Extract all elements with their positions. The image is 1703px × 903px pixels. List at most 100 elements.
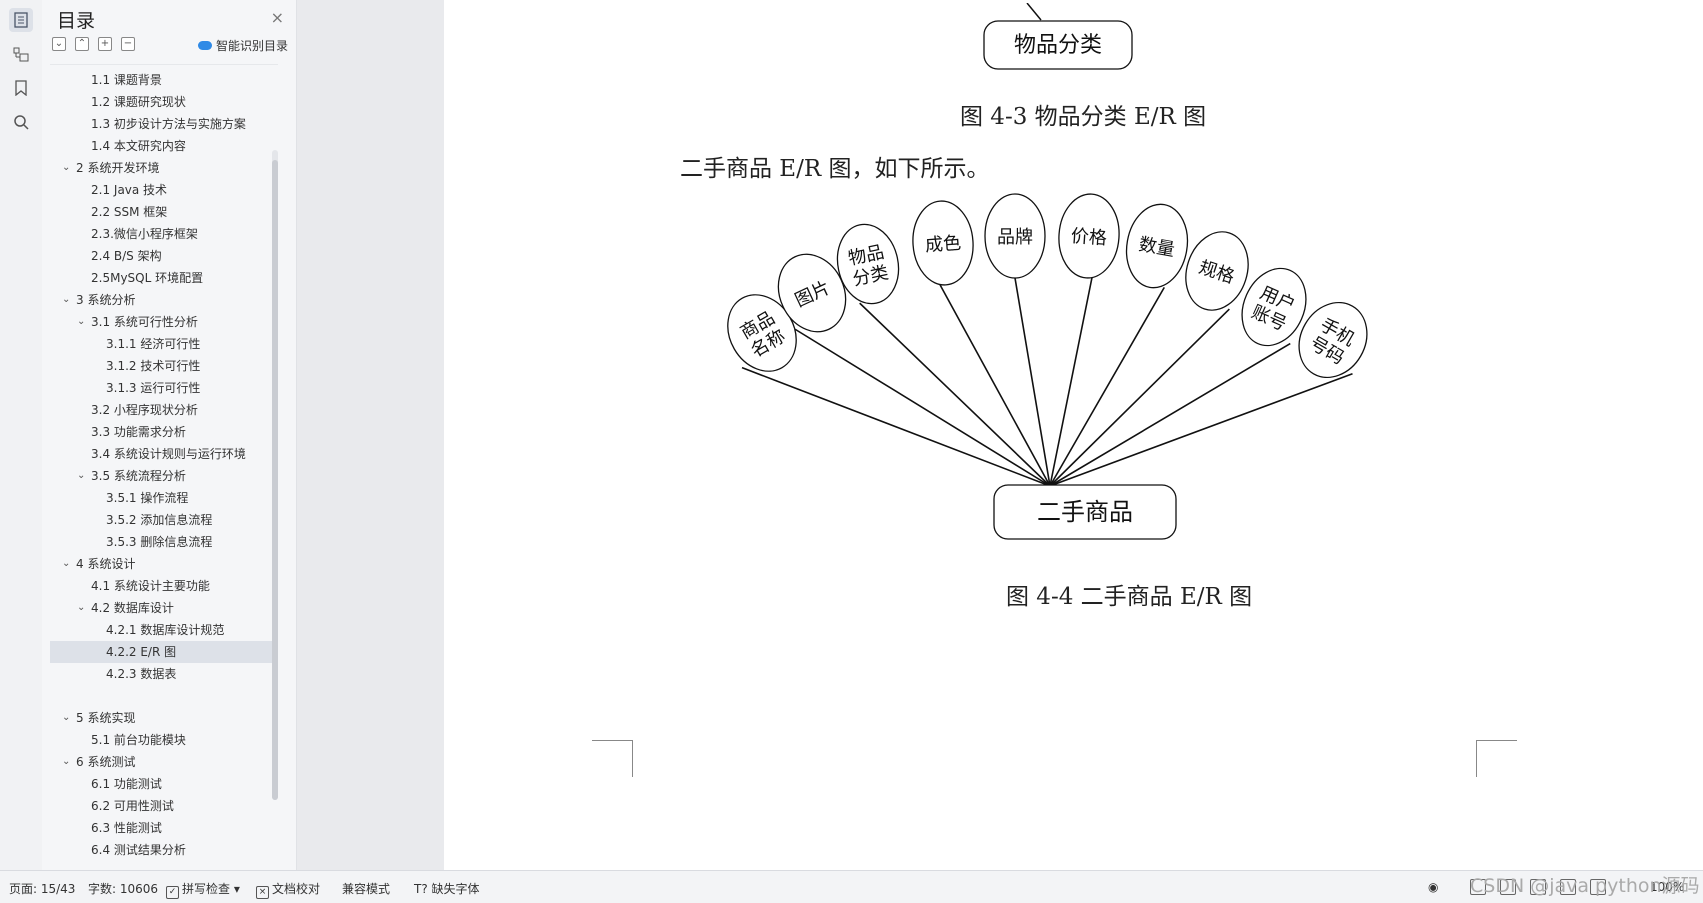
attribute-link xyxy=(1049,342,1291,487)
proofread-label: 文档校对 xyxy=(272,882,321,896)
toc-item[interactable]: 6.2 可用性测试 xyxy=(50,795,278,817)
toc-item[interactable]: 1.1 课题背景 xyxy=(50,69,278,91)
toc-item[interactable]: 1.3 初步设计方法与实施方案 xyxy=(50,113,278,135)
toc-item[interactable]: 2.1 Java 技术 xyxy=(50,179,278,201)
attribute-fan: 商品名称图片物品分类成色 品牌 价格 数量规格用户账号 手机号码 xyxy=(727,193,1368,487)
remove-heading-icon[interactable]: − xyxy=(121,37,135,51)
attribute-node: 价格 xyxy=(1058,193,1120,279)
attribute-link xyxy=(1049,308,1230,487)
chevron-down-icon[interactable]: ⌄ xyxy=(62,707,70,729)
toc-item[interactable]: ⌄ 5 系统实现 xyxy=(50,707,278,729)
toc-item[interactable]: 3.3 功能需求分析 xyxy=(50,421,278,443)
toc-item[interactable]: 3.1.1 经济可行性 xyxy=(50,333,278,355)
toc-item[interactable]: 6.3 性能测试 xyxy=(50,817,278,839)
smart-toc-label: 智能识别目录 xyxy=(215,39,288,53)
attribute-link xyxy=(794,328,1051,487)
expand-all-icon[interactable]: ⌄ xyxy=(52,37,66,51)
chevron-down-icon[interactable]: ⌄ xyxy=(77,597,85,619)
top-entity-link xyxy=(1026,3,1042,21)
check-icon: ✓ xyxy=(166,886,179,899)
toc-item-label: 3.1.1 经济可行性 xyxy=(106,337,201,351)
word-count[interactable]: 字数: 10606 xyxy=(88,880,158,897)
smart-toc-button[interactable]: 智能识别目录 xyxy=(197,37,288,54)
add-heading-icon[interactable]: + xyxy=(98,37,112,51)
toc-item[interactable]: 5.1 前台功能模块 xyxy=(50,729,278,751)
toc-item[interactable] xyxy=(50,685,278,707)
toc-item-label: 3.5.1 操作流程 xyxy=(106,491,189,505)
chevron-down-icon[interactable]: ⌄ xyxy=(77,465,85,487)
figure-caption-4-4: 图 4-4 二手商品 E/R 图 xyxy=(1006,584,1253,610)
toc-item-label: 6.3 性能测试 xyxy=(91,821,162,835)
toc-item-label: 2.3.微信小程序框架 xyxy=(91,227,198,241)
toc-item-label: 3.1 系统可行性分析 xyxy=(91,315,198,329)
page-indicator[interactable]: 页面: 15/43 xyxy=(9,880,75,897)
document-margin xyxy=(297,0,444,870)
toc-item-label: 4.2 数据库设计 xyxy=(91,601,174,615)
figure-caption-4-3: 图 4-3 物品分类 E/R 图 xyxy=(960,104,1207,130)
close-icon[interactable]: × xyxy=(271,8,284,27)
toc-title: 目录 xyxy=(57,10,96,32)
toc-item[interactable]: ⌄ 2 系统开发环境 xyxy=(50,157,278,179)
toc-item[interactable]: 6.4 测试结果分析 xyxy=(50,839,278,861)
toc-item-label: 2 系统开发环境 xyxy=(76,161,160,175)
toc-item[interactable]: ⌄ 3 系统分析 xyxy=(50,289,278,311)
missing-font-button[interactable]: T? 缺失字体 xyxy=(414,880,480,897)
toc-item[interactable]: 3.1.2 技术可行性 xyxy=(50,355,278,377)
toc-item[interactable]: 3.5.3 删除信息流程 xyxy=(50,531,278,553)
toc-item[interactable]: ⌄ 4.2 数据库设计 xyxy=(50,597,278,619)
proofread-button[interactable]: × 文档校对 xyxy=(256,880,320,899)
chevron-down-icon[interactable]: ⌄ xyxy=(77,311,85,333)
toc-item[interactable]: ⌄ 3.1 系统可行性分析 xyxy=(50,311,278,333)
toc-item[interactable]: 3.4 系统设计规则与运行环境 xyxy=(50,443,278,465)
chevron-down-icon[interactable]: ⌄ xyxy=(62,553,70,575)
toc-panel-icon[interactable] xyxy=(9,8,33,32)
attribute-link xyxy=(1049,277,1093,487)
collapse-all-icon[interactable]: ⌃ xyxy=(75,37,89,51)
toc-item-label: 2.5MySQL 环境配置 xyxy=(91,271,204,285)
toc-item-label: 3.3 功能需求分析 xyxy=(91,425,186,439)
toc-item[interactable]: 2.5MySQL 环境配置 xyxy=(50,267,278,289)
toc-item[interactable]: 4.1 系统设计主要功能 xyxy=(50,575,278,597)
attribute-node: 数量 xyxy=(1125,203,1189,289)
chevron-down-icon[interactable]: ⌄ xyxy=(62,157,70,179)
toc-item[interactable]: 2.2 SSM 框架 xyxy=(50,201,278,223)
toc-item[interactable]: 3.5.2 添加信息流程 xyxy=(50,509,278,531)
compat-mode-button[interactable]: 兼容模式 xyxy=(342,880,390,897)
left-tool-rail xyxy=(0,0,43,870)
toc-item-label: 6.2 可用性测试 xyxy=(91,799,174,813)
toc-scrollbar-thumb[interactable] xyxy=(272,160,278,800)
navigation-icon[interactable] xyxy=(9,42,33,66)
toc-item[interactable]: 3.2 小程序现状分析 xyxy=(50,399,278,421)
toc-item-label: 1.4 本文研究内容 xyxy=(91,139,186,153)
center-entity-label: 二手商品 xyxy=(1037,499,1133,526)
toc-item[interactable]: 4.2.1 数据库设计规范 xyxy=(50,619,278,641)
attribute-link xyxy=(1049,373,1353,487)
chevron-down-icon[interactable]: ⌄ xyxy=(62,751,70,773)
toc-item[interactable]: ⌄ 4 系统设计 xyxy=(50,553,278,575)
toc-item[interactable]: 2.3.微信小程序框架 xyxy=(50,223,278,245)
spell-check-button[interactable]: ✓ 拼写检查 ▾ xyxy=(166,880,240,899)
chevron-down-icon[interactable]: ⌄ xyxy=(62,289,70,311)
toc-item-label: 3.5.2 添加信息流程 xyxy=(106,513,213,527)
toc-item-label: 3.4 系统设计规则与运行环境 xyxy=(91,447,246,461)
cloud-icon xyxy=(197,41,212,50)
toc-item[interactable]: ⌄ 3.5 系统流程分析 xyxy=(50,465,278,487)
toc-item[interactable]: 1.2 课题研究现状 xyxy=(50,91,278,113)
toc-item[interactable]: 2.4 B/S 架构 xyxy=(50,245,278,267)
attribute-link xyxy=(1049,286,1165,487)
missing-font-label: 缺失字体 xyxy=(431,882,480,896)
bookmark-icon[interactable] xyxy=(9,76,33,100)
toc-item[interactable]: 3.5.1 操作流程 xyxy=(50,487,278,509)
toc-item[interactable]: ⌄ 6 系统测试 xyxy=(50,751,278,773)
toc-item[interactable]: 3.1.3 运行可行性 xyxy=(50,377,278,399)
toc-list: 1.1 课题背景 1.2 课题研究现状 1.3 初步设计方法与实施方案 1.4 本文研… xyxy=(50,64,278,861)
toc-item-label: 2.2 SSM 框架 xyxy=(91,205,168,219)
toc-item[interactable]: 4.2.3 数据表 xyxy=(50,663,278,685)
search-icon[interactable] xyxy=(9,110,33,134)
toc-item[interactable]: 6.1 功能测试 xyxy=(50,773,278,795)
attribute-node: 品牌 xyxy=(984,193,1046,279)
toc-item[interactable]: 1.4 本文研究内容 xyxy=(50,135,278,157)
toc-item-label: 3.5.3 删除信息流程 xyxy=(106,535,213,549)
toc-item[interactable]: 4.2.2 E/R 图 xyxy=(50,641,278,663)
eye-icon[interactable]: ◉ xyxy=(1428,880,1438,894)
